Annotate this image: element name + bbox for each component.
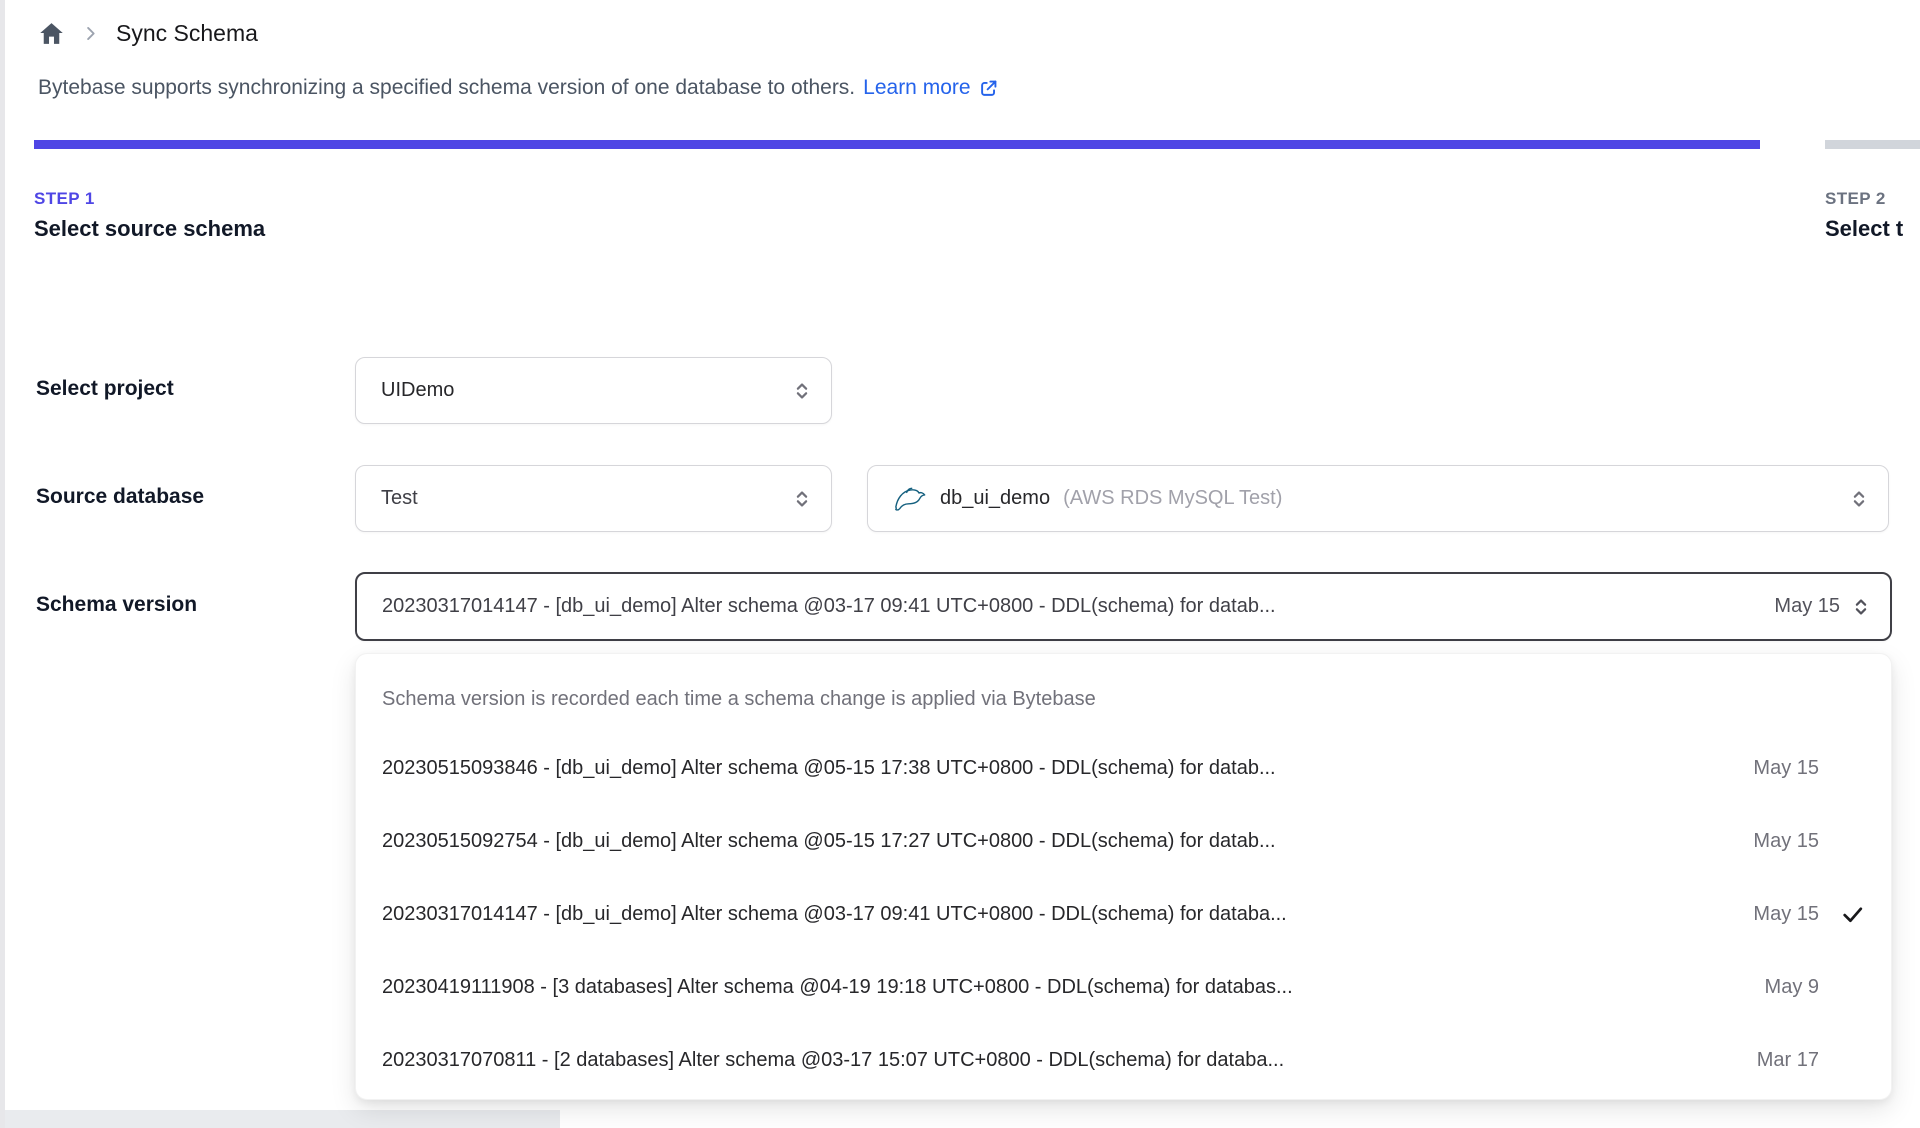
step1-progress-bar [34,140,1760,149]
step2-title: Select t [1825,216,1904,241]
chevron-up-down-icon [1850,596,1872,618]
page-description: Bytebase supports synchronizing a specif… [38,76,1000,100]
chevron-right-icon [81,24,100,43]
option-text: 20230515092754 - [db_ui_demo] Alter sche… [382,830,1276,852]
schema-version-select-value: 20230317014147 - [db_ui_demo] Alter sche… [382,595,1276,617]
check-slot [1819,756,1865,781]
breadcrumb: Sync Schema [38,20,258,47]
option-text: 20230317070811 - [2 databases] Alter sch… [382,1049,1285,1071]
step1-title: Select source schema [34,216,266,241]
description-text: Bytebase supports synchronizing a specif… [38,76,856,99]
dropdown-hint: Schema version is recorded each time a s… [382,687,1096,710]
dropdown-options-list: 20230515093846 - [db_ui_demo] Alter sche… [356,732,1891,1097]
database-select-value: db_ui_demo [940,487,1051,509]
check-icon [1843,907,1863,923]
source-database-label: Source database [36,485,205,508]
check-slot [1819,902,1865,927]
sidebar-edge-divider [0,0,5,1128]
option-date: May 15 [1753,830,1819,852]
sync-schema-page: Sync Schema Bytebase supports synchroniz… [0,0,1920,1128]
clipped-section-divider [5,1110,560,1128]
schema-version-label: Schema version [36,593,198,616]
database-select-detail: (AWS RDS MySQL Test) [1063,487,1283,509]
select-project-label: Select project [36,377,174,400]
option-text: 20230515093846 - [db_ui_demo] Alter sche… [382,757,1276,779]
check-slot [1819,1048,1865,1073]
option-date: Mar 17 [1756,1049,1819,1071]
step2-label: STEP 2 [1825,189,1886,208]
schema-version-dropdown: Schema version is recorded each time a s… [355,653,1892,1100]
home-icon[interactable] [38,20,65,47]
schema-version-option[interactable]: 20230515093846 - [db_ui_demo] Alter sche… [356,732,1891,805]
step1-label: STEP 1 [34,189,95,208]
project-select-value: UIDemo [381,379,455,401]
option-text: 20230419111908 - [3 databases] Alter sch… [382,976,1293,998]
page-title: Sync Schema [116,20,258,46]
schema-version-option[interactable]: 20230317014147 - [db_ui_demo] Alter sche… [356,878,1891,951]
option-date: May 15 [1753,903,1819,925]
step2-progress-bar [1825,140,1920,149]
mysql-dolphin-icon [893,486,927,512]
option-date: May 9 [1764,976,1819,998]
option-text: 20230317014147 - [db_ui_demo] Alter sche… [382,903,1287,925]
external-link-icon [978,77,1000,99]
option-date: May 15 [1753,757,1819,779]
database-select[interactable]: db_ui_demo (AWS RDS MySQL Test) [867,465,1889,532]
schema-version-option[interactable]: 20230419111908 - [3 databases] Alter sch… [356,951,1891,1024]
schema-version-select-date: May 15 [1774,595,1840,617]
chevron-up-down-icon [1848,488,1870,510]
environment-select[interactable]: Test [355,465,832,532]
schema-version-option[interactable]: 20230317070811 - [2 databases] Alter sch… [356,1024,1891,1097]
learn-more-link[interactable]: Learn more [863,76,999,100]
check-slot [1819,829,1865,854]
chevron-up-down-icon [791,488,813,510]
check-slot [1819,975,1865,1000]
environment-select-value: Test [381,487,418,509]
schema-version-select[interactable]: 20230317014147 - [db_ui_demo] Alter sche… [355,572,1892,641]
chevron-up-down-icon [791,380,813,402]
project-select[interactable]: UIDemo [355,357,832,424]
schema-version-option[interactable]: 20230515092754 - [db_ui_demo] Alter sche… [356,805,1891,878]
